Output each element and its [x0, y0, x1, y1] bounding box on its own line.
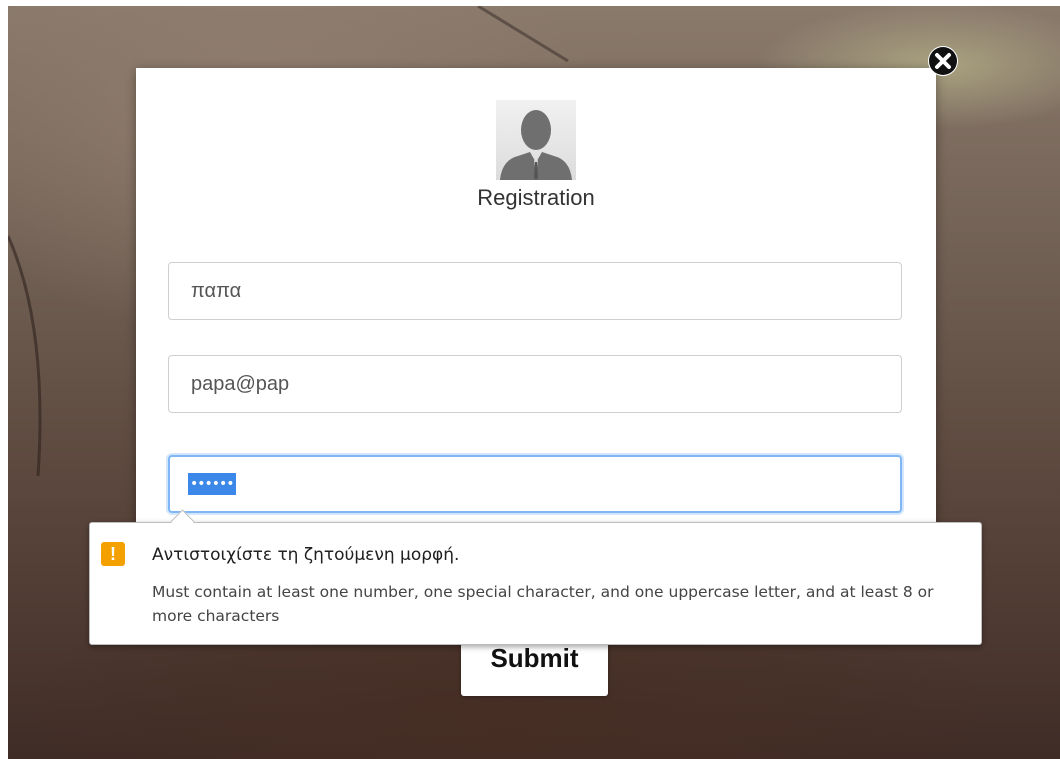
modal-title: Registration	[477, 185, 595, 210]
password-masked-value: ••••••	[188, 473, 236, 495]
validation-tooltip: ! Αντιστοιχίστε τη ζητούμενη μορφή. Must…	[89, 509, 982, 645]
warning-icon: !	[101, 542, 125, 566]
email-input[interactable]	[168, 355, 902, 413]
tooltip-title: Αντιστοιχίστε τη ζητούμενη μορφή.	[152, 545, 460, 565]
tooltip-detail: Must contain at least one number, one sp…	[152, 583, 934, 625]
username-input[interactable]	[168, 262, 902, 320]
registration-modal: Registration ••••••	[136, 68, 936, 548]
password-input[interactable]: ••••••	[168, 455, 902, 513]
page-background: Registration •••••• Submit ! Αντιστοιχίσ…	[8, 6, 1060, 759]
close-button[interactable]	[928, 46, 958, 76]
user-silhouette-icon	[496, 100, 576, 180]
close-circle-icon	[929, 47, 957, 75]
